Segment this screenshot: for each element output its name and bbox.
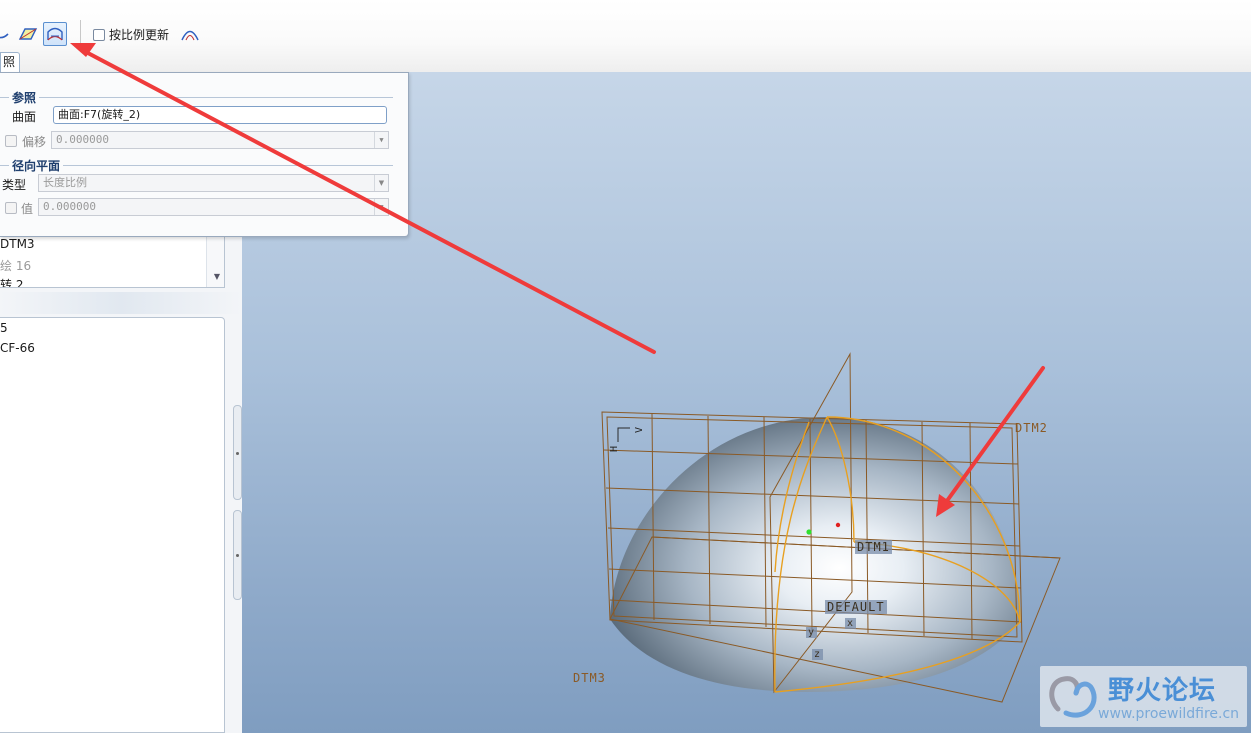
watermark-url: www.proewildfire.cn [1098,706,1240,722]
annotation-arrows [70,43,1045,517]
watermark-title: 野火论坛 [1108,676,1217,706]
annotation-arrow-toolbar [84,50,656,354]
annotation-arrow-model [942,366,1045,507]
forum-watermark: 野火论坛 www.proewildfire.cn [1040,666,1247,727]
annotation-arrowhead [936,494,955,517]
forum-logo-icon [1049,676,1097,718]
